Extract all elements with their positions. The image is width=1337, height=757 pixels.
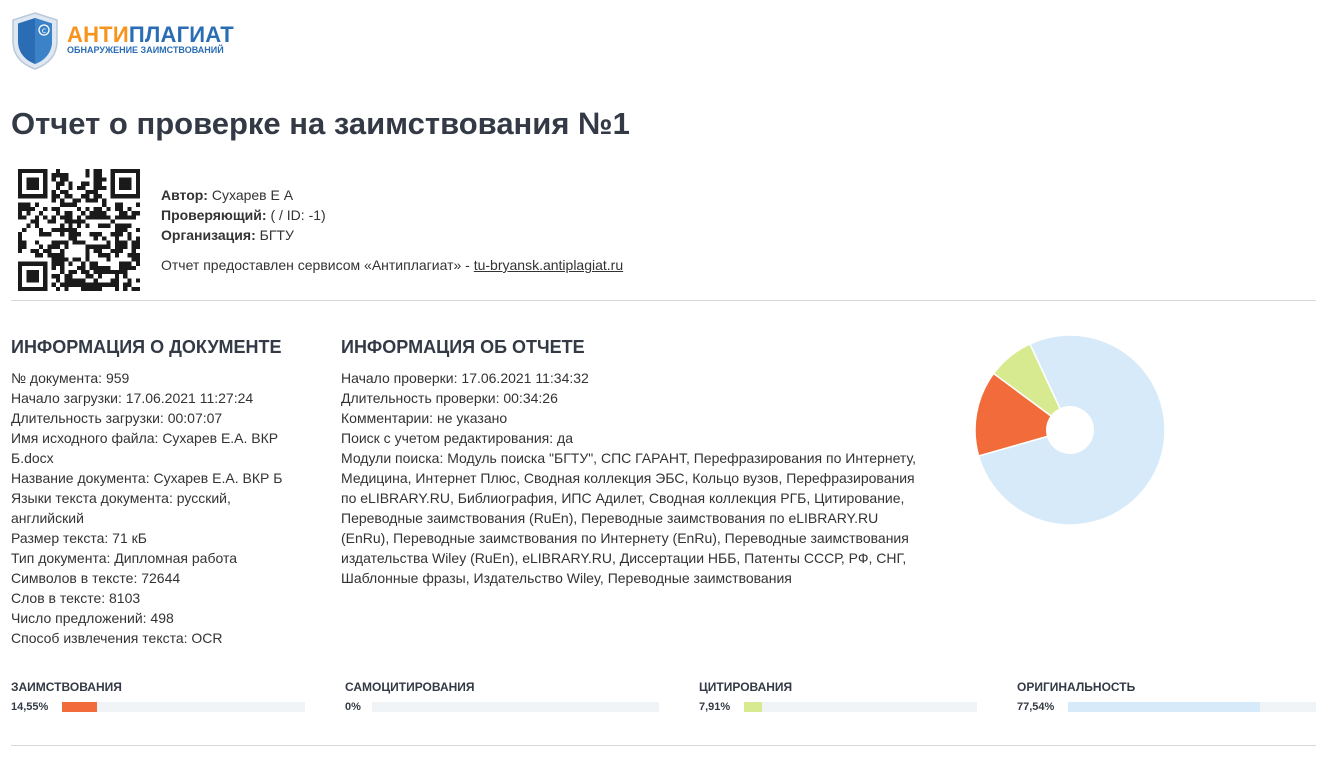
reviewer-line: Проверяющий: ( / ID: -1)	[161, 207, 326, 223]
doc-info-line: Слов в тексте: 8103	[11, 590, 141, 606]
divider-bottom	[11, 745, 1316, 746]
logo-title-part2: ПЛАГИАТ	[128, 22, 234, 47]
logo-title-part1: АНТИ	[67, 22, 129, 47]
stat-label-originality: ОРИГИНАЛЬНОСТЬ	[1017, 680, 1136, 694]
service-text: Отчет предоставлен сервисом «Антиплагиат…	[161, 257, 474, 273]
page-title: Отчет о проверке на заимствования №1	[11, 106, 630, 141]
stat-bar-self-citations	[372, 702, 659, 712]
organization-line: Организация: БГТУ	[161, 227, 294, 243]
report-info-line: Поиск с учетом редактирования: да	[341, 430, 573, 446]
reviewer-label: Проверяющий:	[161, 207, 267, 223]
doc-info-line: Языки текста документа: русский, английс…	[11, 490, 231, 526]
doc-info-line: Начало загрузки: 17.06.2021 11:27:24	[11, 390, 254, 406]
author-label: Автор:	[161, 187, 208, 203]
doc-info-line: Тип документа: Дипломная работа	[11, 550, 237, 566]
doc-info-line: Имя исходного файла: Сухарев Е.А. ВКР Б.…	[11, 430, 279, 466]
logo-subtitle: ОБНАРУЖЕНИЕ ЗАИМСТВОВАНИЙ	[67, 45, 224, 55]
report-info-heading: ИНФОРМАЦИЯ ОБ ОТЧЕТЕ	[341, 337, 585, 357]
originality-donut-chart	[974, 334, 1166, 526]
organization-label: Организация:	[161, 227, 256, 243]
doc-info-line: Размер текста: 71 кБ	[11, 530, 147, 546]
shield-logo-icon: c	[12, 12, 58, 70]
author-value: Сухарев Е А	[211, 187, 294, 203]
qr-code-icon	[18, 169, 140, 291]
stat-value-citations: 7,91%	[699, 701, 731, 713]
doc-info-line: Число предложений: 498	[11, 610, 174, 626]
stat-fill-originality	[1068, 702, 1261, 712]
doc-info-line: Символов в тексте: 72644	[11, 570, 181, 586]
service-link[interactable]: tu-bryansk.antiplagiat.ru	[474, 257, 623, 273]
author-line: Автор: Сухарев Е А	[161, 187, 293, 203]
stat-value-self-citations: 0%	[345, 701, 361, 713]
doc-info-heading: ИНФОРМАЦИЯ О ДОКУМЕНТЕ	[11, 337, 282, 357]
svg-text:c: c	[42, 26, 46, 35]
stat-value-borrowings: 14,55%	[11, 701, 49, 713]
report-info-line: Начало проверки: 17.06.2021 11:34:32	[341, 370, 589, 386]
stat-label-self-citations: САМОЦИТИРОВАНИЯ	[345, 680, 475, 694]
report-info-line: Комментарии: не указано	[341, 410, 508, 426]
doc-info-line: Название документа: Сухарев Е.А. ВКР Б	[11, 470, 283, 486]
doc-info-line: Способ извлечения текста: OCR	[11, 630, 223, 646]
doc-info-line: Длительность загрузки: 00:07:07	[11, 410, 223, 426]
stat-bar-originality	[1068, 702, 1316, 712]
divider-top	[11, 300, 1316, 301]
stat-fill-borrowings	[62, 702, 98, 712]
stat-bar-citations	[744, 702, 977, 712]
doc-info-line: № документа: 959	[11, 370, 130, 386]
report-info-line: Длительность проверки: 00:34:26	[341, 390, 558, 406]
donut-hole	[1046, 406, 1094, 454]
stat-label-borrowings: ЗАИМСТВОВАНИЯ	[11, 680, 122, 694]
stat-label-citations: ЦИТИРОВАНИЯ	[699, 680, 793, 694]
report-info-line: Модули поиска: Модуль поиска "БГТУ", СПС…	[341, 450, 916, 586]
service-line: Отчет предоставлен сервисом «Антиплагиат…	[161, 257, 623, 273]
stat-bar-borrowings	[62, 702, 305, 712]
organization-value: БГТУ	[259, 227, 294, 243]
stat-fill-citations	[744, 702, 763, 712]
doc-info-list: № документа: 959 Начало загрузки: 17.06.…	[11, 368, 301, 648]
report-info-list: Начало проверки: 17.06.2021 11:34:32 Дли…	[341, 368, 916, 588]
reviewer-value: ( / ID: -1)	[270, 207, 326, 223]
stat-value-originality: 77,54%	[1017, 701, 1055, 713]
